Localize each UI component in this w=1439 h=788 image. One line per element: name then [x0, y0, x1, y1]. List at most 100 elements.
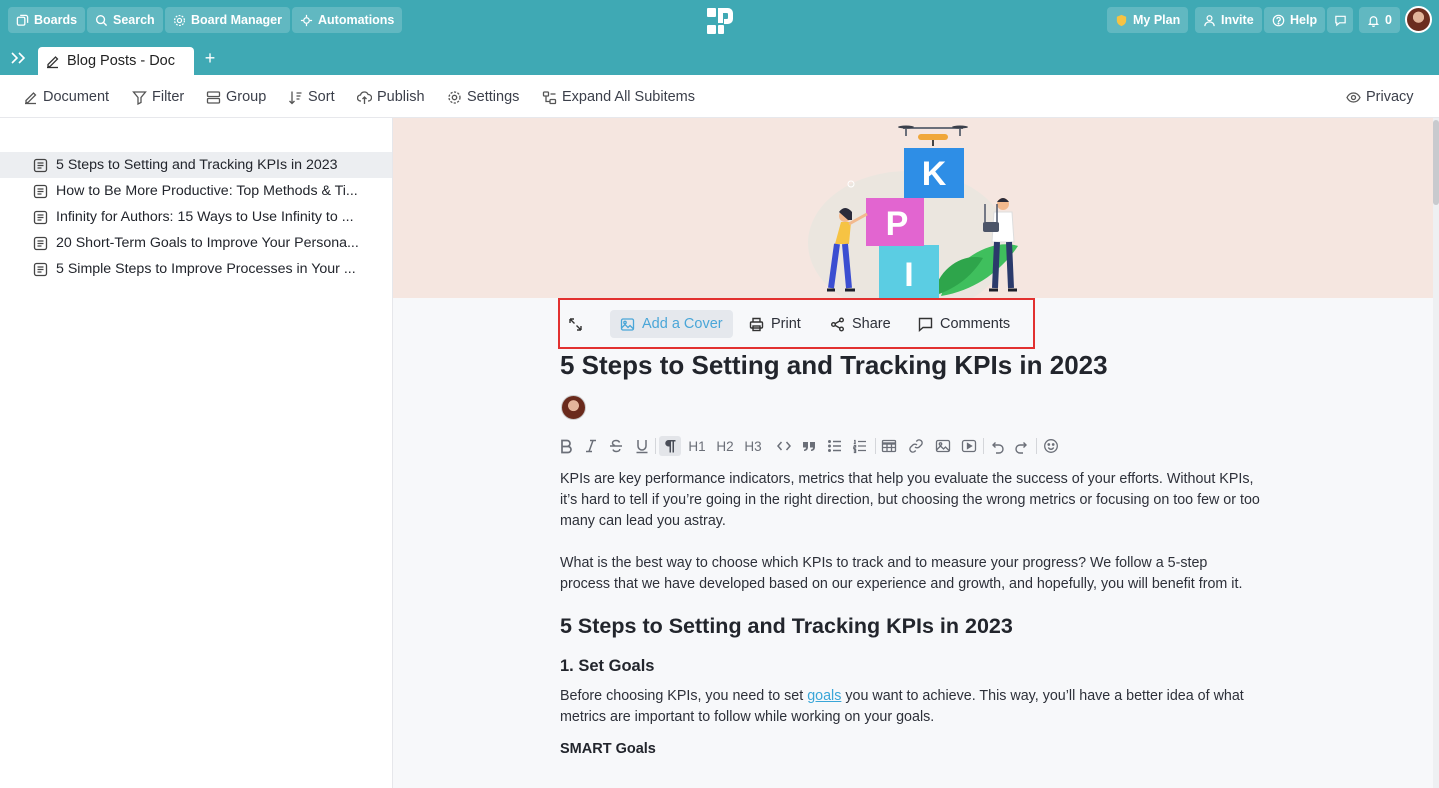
sort-icon	[289, 91, 302, 104]
author-avatar[interactable]	[561, 395, 586, 420]
kpi-illustration: K P I	[808, 125, 1018, 298]
document-icon	[33, 236, 48, 250]
sidebar-item-kpis[interactable]: 5 Steps to Setting and Tracking KPIs in …	[0, 152, 392, 178]
cover-letter-i: I	[904, 256, 913, 294]
table-button[interactable]	[880, 436, 898, 456]
sidebar-item-authors[interactable]: Infinity for Authors: 15 Ways to Use Inf…	[0, 204, 392, 230]
subitems-icon	[542, 90, 557, 104]
privacy-button[interactable]: Privacy	[1346, 87, 1414, 107]
document-icon	[33, 158, 48, 172]
fullscreen-button[interactable]	[560, 310, 591, 338]
scrollbar-thumb[interactable]	[1433, 120, 1439, 205]
view-toolbar: Document Filter Group Sort Publish Setti…	[0, 75, 1439, 118]
step1-heading[interactable]: 1. Set Goals	[560, 657, 654, 676]
document-icon	[33, 210, 48, 224]
document-icon	[33, 262, 48, 276]
user-avatar[interactable]	[1405, 6, 1432, 33]
board-manager-button[interactable]: Board Manager	[165, 7, 290, 33]
bold-button[interactable]	[557, 436, 575, 456]
expand-all-subitems-button[interactable]: Expand All Subitems	[542, 87, 695, 107]
section-heading[interactable]: 5 Steps to Setting and Tracking KPIs in …	[560, 614, 1013, 639]
shield-icon	[1116, 14, 1127, 26]
intro-paragraph-2[interactable]: What is the best way to choose which KPI…	[560, 553, 1260, 595]
emoji-button[interactable]	[1042, 436, 1060, 456]
image-icon	[620, 317, 635, 331]
italic-button[interactable]	[582, 436, 600, 456]
strikethrough-button[interactable]	[607, 436, 625, 456]
goals-link[interactable]: goals	[807, 688, 841, 704]
paragraph-button[interactable]	[659, 436, 681, 456]
redo-icon	[1015, 442, 1027, 454]
filter-button[interactable]: Filter	[132, 87, 184, 107]
document-button[interactable]: Document	[23, 87, 109, 107]
quote-icon	[803, 442, 815, 451]
sidebar-item-goals[interactable]: 20 Short-Term Goals to Improve Your Pers…	[0, 230, 392, 256]
search-button[interactable]: Search	[87, 7, 163, 33]
edit-icon	[25, 91, 37, 104]
edit-icon	[47, 55, 59, 68]
my-plan-button[interactable]: My Plan	[1107, 7, 1189, 33]
scrollbar-track[interactable]	[1433, 118, 1439, 788]
heading3-button[interactable]: H3	[743, 436, 763, 456]
sidebar-item-processes[interactable]: 5 Simple Steps to Improve Processes in Y…	[0, 256, 392, 282]
gear-icon	[173, 14, 186, 26]
intro-paragraph-1[interactable]: KPIs are key performance indicators, met…	[560, 469, 1260, 532]
add-tab-button[interactable]: +	[202, 49, 218, 67]
link-button[interactable]	[907, 436, 925, 456]
smiley-icon	[1044, 439, 1058, 453]
redo-button[interactable]	[1013, 436, 1031, 456]
boards-button[interactable]: Boards	[8, 7, 86, 33]
cloud-upload-icon	[357, 90, 372, 104]
page-title[interactable]: 5 Steps to Setting and Tracking KPIs in …	[560, 350, 1108, 381]
cover-letter-p: P	[886, 205, 909, 243]
cover-letter-k: K	[922, 155, 947, 193]
document-sidebar: 5 Steps to Setting and Tracking KPIs in …	[0, 118, 393, 788]
sidebar-item-productive[interactable]: How to Be More Productive: Top Methods &…	[0, 178, 392, 204]
italic-icon	[586, 439, 596, 453]
notifications-button[interactable]: 0	[1359, 7, 1400, 33]
undo-button[interactable]	[988, 436, 1006, 456]
video-icon	[961, 439, 977, 453]
user-icon	[1204, 14, 1215, 26]
sort-button[interactable]: Sort	[288, 87, 335, 107]
smart-goals-heading[interactable]: SMART Goals	[560, 741, 656, 757]
invite-button[interactable]: Invite	[1195, 7, 1262, 33]
add-cover-button[interactable]: Add a Cover	[610, 310, 733, 338]
strikethrough-icon	[610, 439, 622, 453]
table-icon	[881, 439, 897, 453]
infinity-logo	[707, 8, 733, 34]
group-button[interactable]: Group	[206, 87, 266, 107]
comments-button[interactable]: Comments	[908, 310, 1020, 338]
heading1-button[interactable]: H1	[687, 436, 707, 456]
print-button[interactable]: Print	[739, 310, 811, 338]
undo-icon	[992, 442, 1004, 454]
quote-button[interactable]	[800, 436, 818, 456]
chat-button[interactable]	[1327, 7, 1353, 33]
code-button[interactable]	[775, 436, 793, 456]
double-chevron-right-icon[interactable]	[9, 50, 27, 66]
bold-icon	[561, 439, 572, 454]
boards-icon	[16, 14, 29, 26]
link-icon	[909, 439, 923, 453]
drone-figure	[898, 125, 968, 146]
underline-button[interactable]	[633, 436, 651, 456]
gear-icon	[448, 90, 461, 104]
numbered-list-button[interactable]	[851, 436, 869, 456]
automation-icon	[300, 14, 313, 26]
expand-arrows-icon	[569, 317, 582, 331]
help-button[interactable]: Help	[1264, 7, 1326, 33]
publish-button[interactable]: Publish	[357, 87, 425, 107]
bullet-list-button[interactable]	[826, 436, 844, 456]
insert-image-button[interactable]	[934, 436, 952, 456]
numbered-list-icon	[853, 439, 866, 454]
heading2-button[interactable]: H2	[715, 436, 735, 456]
settings-button[interactable]: Settings	[447, 87, 519, 107]
automations-button[interactable]: Automations	[292, 7, 403, 33]
comment-icon	[918, 317, 933, 332]
cover-image: K P I	[393, 118, 1433, 298]
step1-paragraph[interactable]: Before choosing KPIs, you need to set go…	[560, 686, 1260, 728]
share-button[interactable]: Share	[820, 310, 901, 338]
insert-video-button[interactable]	[960, 436, 978, 456]
tab-blog-posts-doc[interactable]: Blog Posts - Doc	[38, 47, 194, 75]
underline-icon	[636, 440, 648, 454]
